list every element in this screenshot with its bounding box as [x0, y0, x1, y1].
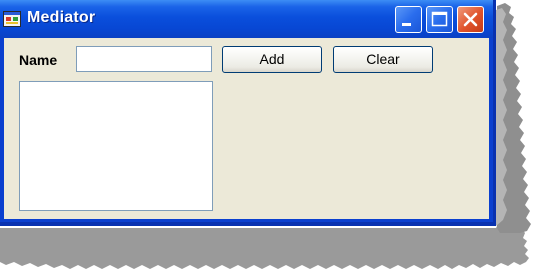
clear-button[interactable]: Clear — [333, 46, 433, 73]
name-label: Name — [19, 52, 58, 68]
minimize-button[interactable] — [395, 6, 422, 33]
title-bar[interactable]: Mediator — [0, 0, 493, 38]
add-button[interactable]: Add — [222, 46, 322, 73]
close-button[interactable] — [457, 6, 484, 33]
app-form-icon[interactable] — [3, 11, 21, 27]
maximize-button[interactable] — [426, 6, 453, 33]
mediator-window: Mediator Name Add Clear — [0, 0, 496, 226]
window-title: Mediator — [27, 9, 96, 26]
screenshot-stage: Mediator Name Add Clear — [0, 0, 540, 271]
minimize-icon — [402, 23, 411, 26]
form-client-area: Name Add Clear — [4, 38, 489, 219]
close-icon — [463, 12, 478, 27]
name-input[interactable] — [76, 46, 212, 72]
names-listbox[interactable] — [19, 81, 213, 211]
maximize-icon — [431, 11, 448, 27]
